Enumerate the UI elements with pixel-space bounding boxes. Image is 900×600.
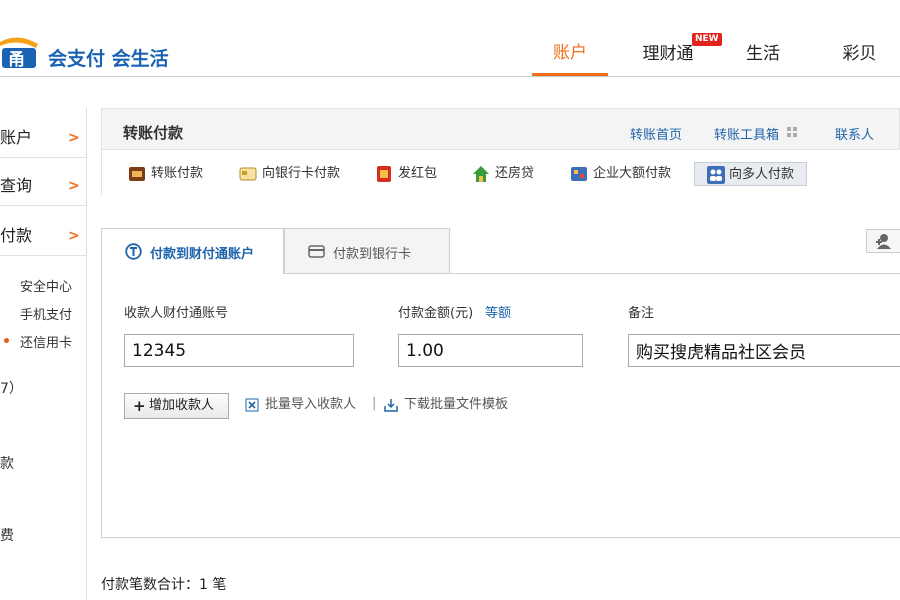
grid-icon[interactable] [787,127,798,138]
tenpay-logo-icon[interactable]: 甬 [0,36,40,70]
link-label: 下载批量文件模板 [404,397,509,412]
chevron-right-icon: > [68,228,80,244]
transfer-panel-header: 转账付款 转账首页 转账工具箱 联系人 转账付款 向银行卡付款 发红包 还房贷 … [101,108,900,195]
card-icon [308,245,325,258]
sidebar-item-account[interactable]: 账户 > [0,118,86,158]
payment-count-total: 付款笔数合计：1 笔 [101,577,227,593]
bank-card-icon [239,167,257,181]
tool-label: 还房贷 [495,166,535,181]
page-title: 转账付款 [123,124,184,142]
tool-label: 发红包 [398,166,438,181]
tool-multi-payment[interactable]: 向多人付款 [694,162,807,186]
link-label: 批量导入收款人 [265,397,357,412]
tool-label: 转账付款 [151,166,204,181]
svg-text:甬: 甬 [8,50,25,70]
sidebar-fragment: 款 [0,456,14,472]
sidebar-sub-security-center[interactable]: 安全中心 [20,276,72,295]
nav-caibei[interactable]: 彩贝 [822,32,897,76]
new-badge: NEW [692,33,722,46]
equal-amount-link[interactable]: 等额 [485,302,511,321]
sidebar-sub-mobile-pay[interactable]: 手机支付 [20,304,72,323]
tab-label: 付款到银行卡 [333,247,412,262]
tool-mortgage[interactable]: 还房贷 [472,162,542,186]
amount-input[interactable] [398,334,583,367]
brand-slogan: 会支付 会生活 [48,48,169,70]
enterprise-icon [571,167,587,181]
transfer-icon [129,167,145,181]
nav-account[interactable]: 账户 [532,32,608,76]
link-transfer-home[interactable]: 转账首页 [630,124,682,143]
sidebar-item-label: 付款 [0,226,33,245]
nav-life[interactable]: 生活 [728,32,798,76]
link-transfer-toolbox[interactable]: 转账工具箱 [714,124,779,143]
sidebar-fragment: 7） [0,381,23,397]
sidebar-item-query[interactable]: 查询 > [0,166,86,206]
sidebar-item-label: 查询 [0,176,33,195]
remark-label: 备注 [628,306,655,321]
tab-pay-to-bank-card[interactable]: 付款到银行卡 [284,228,450,274]
plus-icon: + [133,397,146,415]
payee-account-input[interactable] [124,334,354,367]
top-header: 甬 会支付 会生活 账户 理财通 NEW 生活 彩贝 [0,0,900,77]
house-icon [473,166,489,182]
tool-label: 企业大额付款 [593,166,672,181]
tool-label: 向多人付款 [729,167,795,182]
multi-user-icon [707,166,725,184]
chevron-right-icon: > [68,130,80,146]
bullet-dot-icon [4,338,9,343]
left-sidebar: 账户 > 查询 > 付款 > 安全中心 手机支付 还信用卡 7） 款 费 [0,108,87,600]
tool-transfer[interactable]: 转账付款 [128,162,228,186]
amount-label: 付款金额(元) [398,306,474,321]
sidebar-fragment: 费 [0,528,14,544]
sidebar-item-payment[interactable]: 付款 > [0,216,86,256]
red-envelope-icon [377,166,391,182]
tool-bank-card[interactable]: 向银行卡付款 [239,162,349,186]
button-label: 增加收款人 [149,398,215,413]
add-payee-button[interactable]: + 增加收款人 [124,393,229,419]
account-label: 收款人财付通账号 [124,306,229,321]
sidebar-sub-credit-card[interactable]: 还信用卡 [20,332,72,351]
link-contacts[interactable]: 联系人 [835,124,874,143]
download-icon [384,399,398,412]
separator: | [372,396,377,411]
tab-pay-to-tenpay[interactable]: 付款到财付通账户 [101,228,284,274]
chevron-right-icon: > [68,178,80,194]
tool-row: 转账付款 向银行卡付款 发红包 还房贷 企业大额付款 向多人付款 [102,149,900,195]
tab-label: 付款到财付通账户 [150,247,255,262]
tool-enterprise-payment[interactable]: 企业大额付款 [570,162,680,186]
excel-icon [245,398,259,412]
payment-form: 收款人财付通账号 付款金额(元) 等额 备注 + 增加收款人 批量导入收款人 |… [101,273,900,538]
remark-input[interactable] [628,334,900,367]
tool-red-envelope[interactable]: 发红包 [375,162,445,186]
tool-label: 向银行卡付款 [262,166,341,181]
add-user-icon [876,234,891,249]
add-contact-button[interactable] [866,229,900,253]
tenpay-t-icon [125,243,142,260]
sidebar-item-label: 账户 [0,128,33,147]
